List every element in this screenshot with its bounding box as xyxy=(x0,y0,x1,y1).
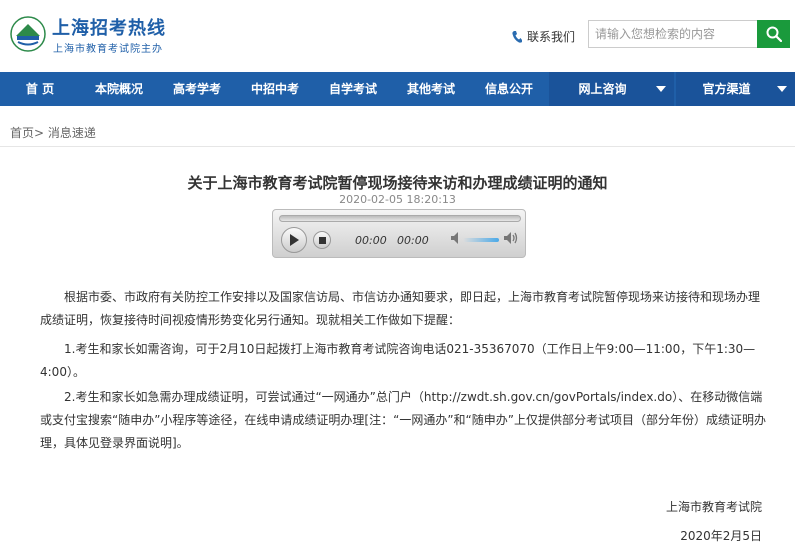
article-signature: 上海市教育考试院 xyxy=(665,500,762,514)
stop-icon xyxy=(318,236,326,244)
search-icon xyxy=(766,26,782,42)
audio-current-time: 00:00 xyxy=(355,234,387,247)
breadcrumb-separator: > xyxy=(34,126,45,140)
phone-icon xyxy=(512,30,522,43)
nav-item-gaokao[interactable]: 高考学考 xyxy=(158,72,236,106)
nav-item-self-study[interactable]: 自学考试 xyxy=(314,72,392,106)
nav-item-zhongkao[interactable]: 中招中考 xyxy=(236,72,314,106)
chevron-down-icon xyxy=(656,86,666,92)
article-datetime: 2020-02-05 18:20:13 xyxy=(339,193,456,206)
nav-item-about[interactable]: 本院概况 xyxy=(80,72,158,106)
article-title: 关于上海市教育考试院暂停现场接待来访和办理成绩证明的通知 xyxy=(187,174,608,192)
nav-item-info-disclosure[interactable]: 信息公开 xyxy=(470,72,548,106)
article-paragraph: 2.考生和家长如急需办理成绩证明，可尝试通过“一网通办”总门户（http://z… xyxy=(40,390,766,450)
nav-dropdown-label: 官方渠道 xyxy=(702,82,751,96)
volume-high-icon[interactable] xyxy=(504,232,518,244)
nav-dropdown-label: 网上咨询 xyxy=(578,82,627,96)
nav-dropdown-online-consult[interactable]: 网上咨询 xyxy=(549,72,674,106)
breadcrumb: 首页> 消息速递 xyxy=(10,124,96,141)
volume-slider[interactable] xyxy=(463,238,499,242)
article-paragraph: 1.考生和家长如需咨询，可于2月10日起拨打上海市教育考试院咨询电话021-35… xyxy=(40,342,756,379)
article-sign-date: 2020年2月5日 xyxy=(680,529,762,543)
breadcrumb-home[interactable]: 首页 xyxy=(10,126,34,140)
play-button[interactable] xyxy=(281,227,307,253)
site-subtitle: 上海市教育考试院主办 xyxy=(53,44,163,55)
play-icon xyxy=(290,234,299,246)
article-paragraph: 根据市委、市政府有关防控工作安排以及国家信访局、市信访办通知要求，即日起，上海市… xyxy=(40,290,761,327)
audio-duration: 00:00 xyxy=(397,234,429,247)
chevron-down-icon xyxy=(777,86,787,92)
nav-item-other-exams[interactable]: 其他考试 xyxy=(392,72,470,106)
nav-item-home[interactable]: 首 页 xyxy=(0,72,80,106)
audio-player: 00:00 00:00 xyxy=(272,209,526,258)
divider xyxy=(0,146,795,147)
search-input[interactable] xyxy=(588,20,758,48)
contact-us-label: 联系我们 xyxy=(527,30,576,44)
breadcrumb-current[interactable]: 消息速递 xyxy=(48,126,96,140)
volume-low-icon[interactable] xyxy=(451,232,461,244)
site-title[interactable]: 上海招考热线 xyxy=(52,14,166,40)
nav-dropdown-official-channels[interactable]: 官方渠道 xyxy=(676,72,795,106)
audio-progress-track[interactable] xyxy=(279,215,521,222)
site-header: 上海招考热线 上海市教育考试院主办 联系我们 xyxy=(0,0,795,72)
seal-logo-icon[interactable] xyxy=(10,16,46,52)
search-button[interactable] xyxy=(757,20,790,48)
main-nav: 首 页 本院概况 高考学考 中招中考 自学考试 其他考试 信息公开 网上咨询 官… xyxy=(0,72,795,106)
contact-us-link[interactable]: 联系我们 xyxy=(512,28,575,45)
stop-button[interactable] xyxy=(313,231,331,249)
